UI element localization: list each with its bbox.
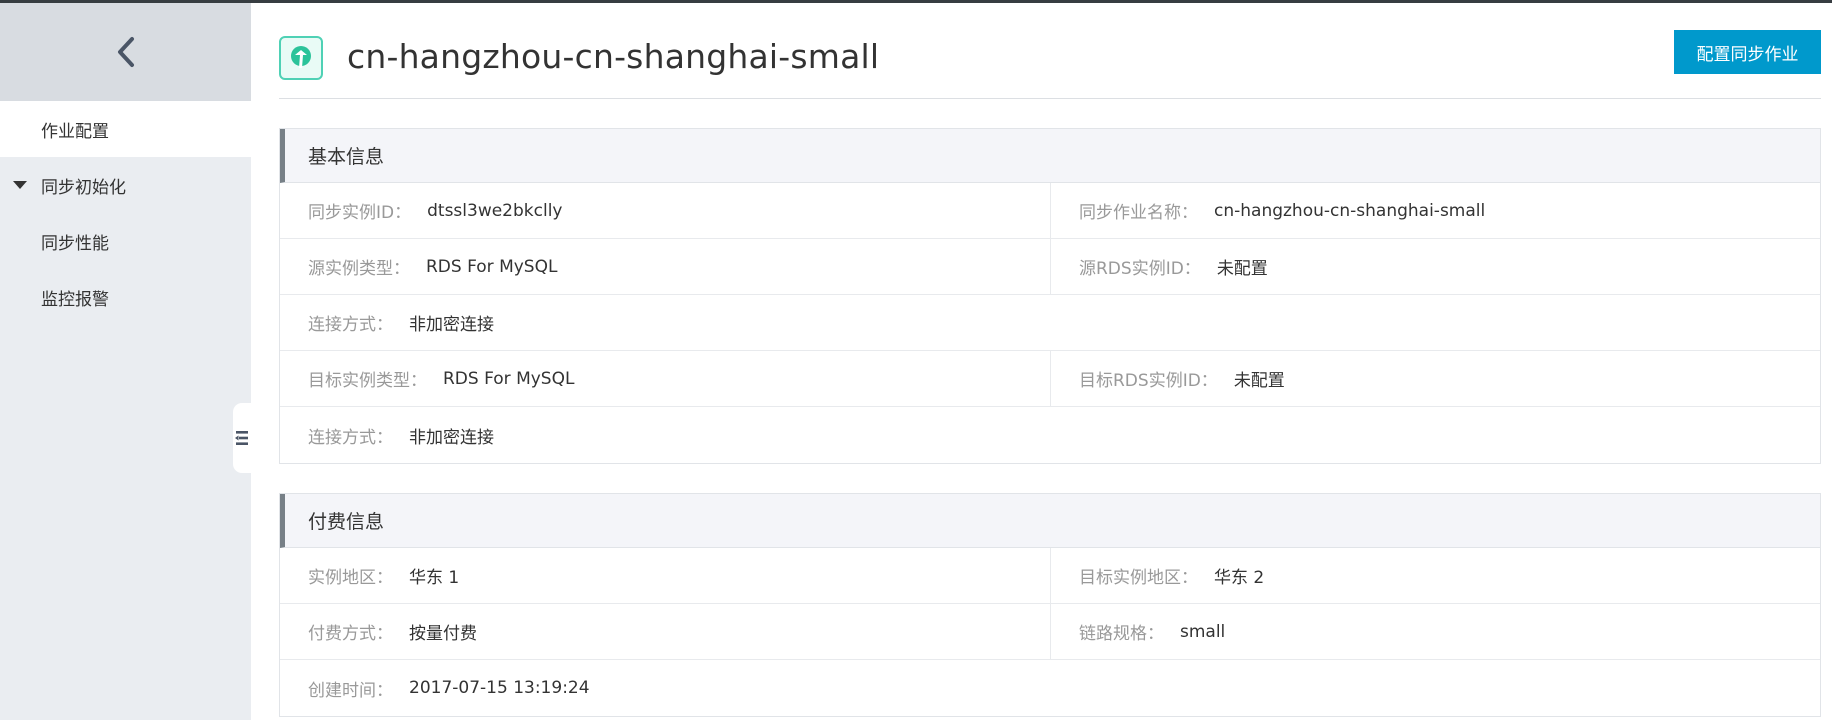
info-row: 连接方式： 非加密连接 — [280, 407, 1820, 463]
configure-sync-job-button[interactable]: 配置同步作业 — [1674, 30, 1821, 74]
field-label: 目标RDS实例ID： — [1079, 371, 1218, 391]
field-label: 创建时间： — [308, 680, 393, 701]
field-value: small — [1180, 621, 1226, 642]
sidebar-item-monitor-alert[interactable]: 监控报警 — [0, 269, 251, 325]
info-cell: 源RDS实例ID： 未配置 — [1050, 239, 1820, 294]
field-value: 非加密连接 — [409, 427, 494, 448]
field-value: 华东 2 — [1214, 568, 1265, 588]
field-label: 连接方式： — [308, 315, 393, 335]
field-label: 目标实例地区： — [1079, 568, 1198, 588]
sidebar-item-label: 同步初始化 — [41, 177, 126, 198]
sidebar-item-label: 作业配置 — [41, 121, 109, 142]
field-value: 按量付费 — [409, 624, 477, 644]
field-label: 实例地区： — [308, 568, 393, 588]
sidebar-item-sync-init[interactable]: 同步初始化 — [0, 157, 251, 213]
info-row: 实例地区： 华东 1 目标实例地区： 华东 2 — [280, 548, 1820, 604]
field-value: 华东 1 — [409, 568, 460, 588]
field-label: 目标实例类型： — [308, 371, 427, 391]
basic-info-panel: 基本信息 同步实例ID： dtssl3we2bkclly 同步作业名称： cn-… — [279, 128, 1821, 464]
field-label: 源实例类型： — [308, 259, 410, 279]
field-label: 同步作业名称： — [1079, 203, 1198, 223]
field-value: 未配置 — [1233, 371, 1285, 391]
info-cell: 连接方式： 非加密连接 — [280, 407, 1820, 463]
info-row: 源实例类型： RDS For MySQL 源RDS实例ID： 未配置 — [280, 239, 1820, 295]
chevron-left-icon — [117, 37, 134, 67]
field-label: 连接方式： — [308, 427, 393, 448]
caret-down-icon — [13, 181, 27, 189]
info-cell: 源实例类型： RDS For MySQL — [280, 239, 1050, 294]
info-cell: 链路规格： small — [1050, 604, 1820, 659]
info-cell: 同步作业名称： cn-hangzhou-cn-shanghai-small — [1050, 183, 1820, 238]
info-row: 同步实例ID： dtssl3we2bkclly 同步作业名称： cn-hangz… — [280, 183, 1820, 239]
info-row: 付费方式： 按量付费 链路规格： small — [280, 604, 1820, 660]
panel-title: 付费信息 — [280, 494, 1820, 548]
field-value: RDS For MySQL — [426, 256, 558, 277]
info-row: 目标实例类型： RDS For MySQL 目标RDS实例ID： 未配置 — [280, 351, 1820, 407]
billing-info-panel: 付费信息 实例地区： 华东 1 目标实例地区： 华东 2 付费方式： 按量付费 … — [279, 493, 1821, 717]
page-header: cn-hangzhou-cn-shanghai-small 配置同步作业 — [279, 3, 1821, 99]
sync-logo-icon — [279, 36, 323, 80]
field-value: RDS For MySQL — [443, 368, 575, 389]
field-value: cn-hangzhou-cn-shanghai-small — [1214, 200, 1486, 221]
field-label: 链路规格： — [1079, 624, 1164, 644]
field-value: dtssl3we2bkclly — [427, 200, 563, 221]
sidebar-item-label: 同步性能 — [41, 233, 109, 254]
info-cell: 目标实例地区： 华东 2 — [1050, 548, 1820, 603]
sidebar-item-label: 监控报警 — [41, 289, 109, 310]
field-label: 付费方式： — [308, 624, 393, 644]
info-cell: 付费方式： 按量付费 — [280, 604, 1050, 659]
field-label: 源RDS实例ID： — [1079, 259, 1201, 279]
collapse-menu-icon — [235, 431, 248, 445]
page-title: cn-hangzhou-cn-shanghai-small — [347, 37, 880, 76]
info-row: 创建时间： 2017-07-15 13:19:24 — [280, 660, 1820, 716]
sidebar: 作业配置 同步初始化 同步性能 监控报警 — [0, 3, 251, 720]
sidebar-item-sync-performance[interactable]: 同步性能 — [0, 213, 251, 269]
field-value: 非加密连接 — [409, 315, 494, 335]
field-value: 未配置 — [1216, 259, 1268, 279]
sidebar-item-job-config[interactable]: 作业配置 — [0, 101, 251, 157]
info-cell: 目标实例类型： RDS For MySQL — [280, 351, 1050, 406]
back-button[interactable] — [0, 3, 251, 101]
main-content: cn-hangzhou-cn-shanghai-small 配置同步作业 基本信… — [279, 3, 1821, 720]
sidebar-collapse-handle[interactable] — [233, 403, 251, 473]
panel-title: 基本信息 — [280, 129, 1820, 183]
info-cell: 实例地区： 华东 1 — [280, 548, 1050, 603]
field-value: 2017-07-15 13:19:24 — [409, 678, 590, 698]
info-cell: 目标RDS实例ID： 未配置 — [1050, 351, 1820, 406]
info-cell: 连接方式： 非加密连接 — [280, 295, 1820, 350]
info-row: 连接方式： 非加密连接 — [280, 295, 1820, 351]
field-label: 同步实例ID： — [308, 203, 412, 223]
info-cell: 同步实例ID： dtssl3we2bkclly — [280, 183, 1050, 238]
info-cell: 创建时间： 2017-07-15 13:19:24 — [280, 660, 1820, 716]
